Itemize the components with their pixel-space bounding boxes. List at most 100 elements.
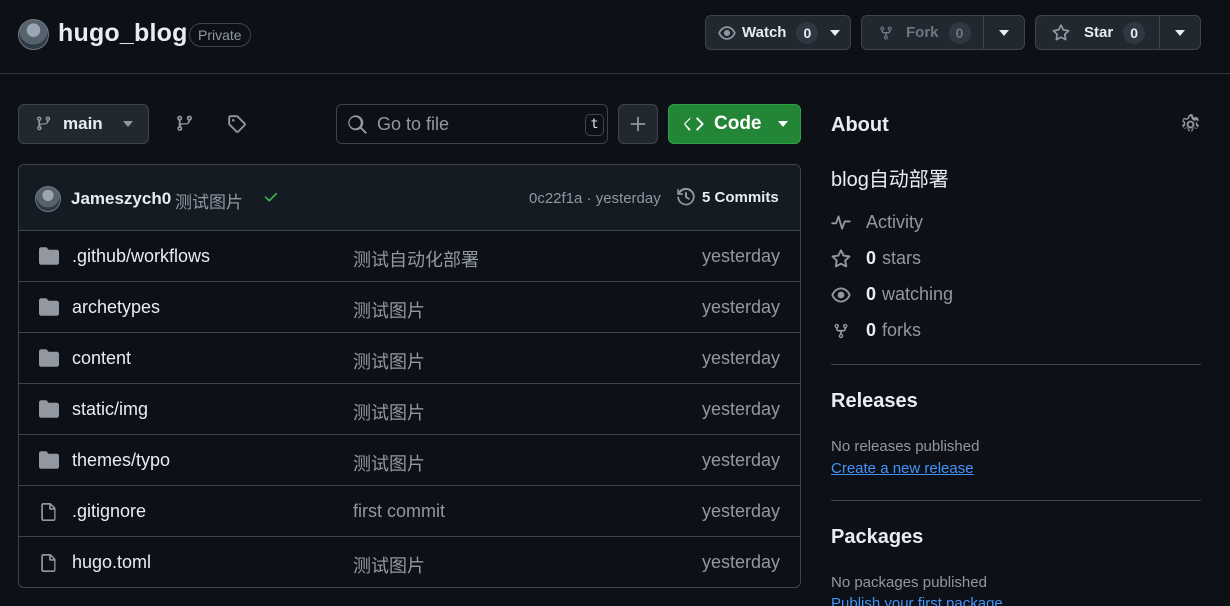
repo-forked-icon [878,24,894,42]
repo-header: hugo_blog Private Watch 0 Fork 0 Star 0 [0,0,1230,74]
caret-down-icon [830,29,840,36]
folder-icon [39,451,59,469]
file-commit-message-link[interactable]: 测试图片 [353,399,425,425]
file-name-link[interactable]: content [72,348,131,369]
branch-selector-button[interactable]: main [18,104,149,144]
file-commit-date: yesterday [701,399,780,419]
commit-author-link[interactable]: Jameszych0 [71,189,171,209]
star-button[interactable]: Star 0 [1036,16,1159,49]
file-name-link[interactable]: static/img [72,399,148,420]
forks-link[interactable]: 0 forks [831,320,921,341]
code-label: Code [714,113,762,134]
history-icon [676,187,696,207]
file-commit-date: yesterday [701,552,780,572]
plus-icon [629,115,647,133]
file-row[interactable]: .github/workflows 测试自动化部署 yesterday [19,231,800,282]
publish-package-link[interactable]: Publish your first package [831,595,1003,606]
fork-count: 0 [948,21,971,44]
add-file-button[interactable] [618,104,658,144]
latest-commit-bar: Jameszych0 测试图片 0c22f1a · yesterday 5 Co… [19,165,800,231]
star-count: 0 [1123,21,1146,44]
caret-down-icon [999,29,1010,36]
watch-dropdown-button[interactable] [820,16,850,49]
repo-forked-icon [831,321,851,341]
file-commit-message-link[interactable]: 测试图片 [353,348,425,374]
gear-icon [1180,114,1201,135]
file-browser: Jameszych0 测试图片 0c22f1a · yesterday 5 Co… [18,164,801,588]
folder-icon [39,298,59,316]
caret-down-icon [122,121,133,127]
star-dropdown-button[interactable] [1159,16,1200,49]
eye-icon [718,24,736,42]
star-icon [1052,23,1070,42]
go-to-file-search[interactable]: t [336,104,608,144]
packages-empty-text: No packages published [831,574,987,591]
watch-button-group: Watch 0 [705,15,851,50]
activity-link[interactable]: Activity [831,212,923,233]
file-commit-date: yesterday [701,246,780,266]
star-button-group: Star 0 [1035,15,1201,50]
sidebar-divider [831,500,1201,501]
commits-history-link[interactable]: 5 Commits [676,187,779,207]
branch-name: main [63,114,103,133]
fork-button[interactable]: Fork 0 [862,16,983,49]
watchers-link[interactable]: 0 watching [831,284,953,305]
file-name-link[interactable]: archetypes [72,297,160,318]
code-button[interactable]: Code [668,104,801,144]
file-name-link[interactable]: themes/typo [72,450,170,471]
pulse-icon [831,213,851,233]
file-commit-message-link[interactable]: 测试图片 [353,552,425,578]
file-row[interactable]: themes/typo 测试图片 yesterday [19,435,800,486]
watching-label: watching [882,284,954,304]
file-row[interactable]: .gitignore first commit yesterday [19,486,800,537]
stars-link[interactable]: 0 stars [831,248,921,269]
releases-heading[interactable]: Releases [831,390,918,413]
search-icon [347,114,367,134]
file-row[interactable]: hugo.toml 测试图片 yesterday [19,537,800,587]
watch-count: 0 [796,21,819,44]
fork-dropdown-button[interactable] [983,16,1024,49]
edit-about-button[interactable] [1180,114,1201,135]
file-name-link[interactable]: .gitignore [72,501,146,522]
star-label: Star [1084,24,1114,41]
create-release-link[interactable]: Create a new release [831,460,974,477]
git-branch-icon [175,114,195,134]
packages-heading[interactable]: Packages [831,526,923,549]
owner-avatar[interactable] [18,19,49,50]
watch-label: Watch [742,24,787,41]
check-icon[interactable] [263,189,279,205]
file-commit-message-link[interactable]: 测试自动化部署 [353,246,479,272]
keyboard-shortcut-hint: t [585,114,604,136]
commit-message-link[interactable]: 测试图片 [175,188,243,213]
folder-icon [39,247,59,265]
activity-label: Activity [866,212,924,232]
file-row[interactable]: content 测试图片 yesterday [19,333,800,384]
file-name-link[interactable]: hugo.toml [72,552,151,573]
caret-down-icon [777,121,788,127]
repo-description: blog自动部署 [831,169,949,191]
watch-button[interactable]: Watch 0 [706,16,820,49]
about-heading: About [831,114,889,136]
file-name-link[interactable]: .github/workflows [72,246,210,267]
branches-link[interactable] [173,112,197,136]
file-icon [39,502,57,522]
tags-link[interactable] [225,112,249,136]
file-commit-message-link[interactable]: 测试图片 [353,450,425,476]
code-icon [684,114,704,134]
sidebar-divider [831,364,1201,365]
file-row[interactable]: archetypes 测试图片 yesterday [19,282,800,333]
stars-count: 0 [866,248,877,268]
star-icon [831,248,851,269]
fork-button-group: Fork 0 [861,15,1025,50]
search-input[interactable] [377,113,567,135]
commit-hash-time[interactable]: 0c22f1a · yesterday [529,190,661,207]
file-row[interactable]: static/img 测试图片 yesterday [19,384,800,435]
author-avatar[interactable] [35,186,61,212]
file-commit-message-link[interactable]: first commit [353,501,445,522]
file-list: .github/workflows 测试自动化部署 yesterday archety… [19,231,800,587]
visibility-badge: Private [189,23,251,47]
repo-name-link[interactable]: hugo_blog [58,19,188,48]
tag-icon [227,114,247,134]
fork-label: Fork [906,24,939,41]
file-commit-message-link[interactable]: 测试图片 [353,297,425,323]
